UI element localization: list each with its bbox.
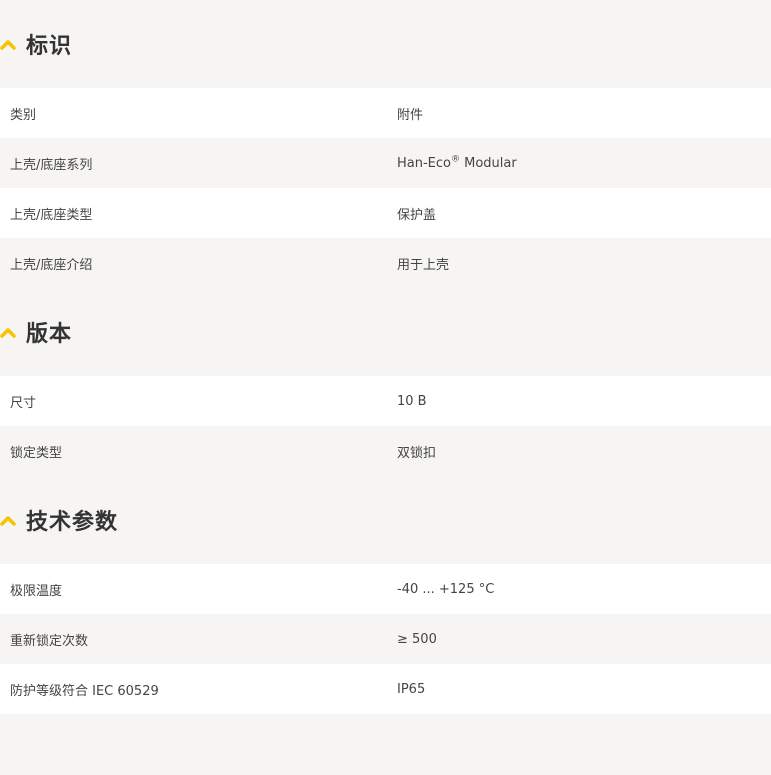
row-value: Han-Eco® Modular	[387, 154, 771, 171]
table-row: 尺寸 10 B	[0, 376, 771, 426]
row-value: 保护盖	[397, 207, 437, 223]
section-header-version[interactable]: 版本	[0, 288, 771, 376]
row-value: ≥ 500	[397, 631, 437, 647]
section-identification: 标识 类别 附件 上壳/底座系列 Han-Eco® Modular 上壳/底座类…	[0, 0, 771, 288]
table-row: 上壳/底座介绍 用于上壳	[0, 238, 771, 288]
row-label: 类别	[10, 107, 37, 123]
row-value: 10 B	[397, 393, 427, 409]
section-title: 标识	[26, 34, 73, 59]
row-value: 双锁扣	[397, 445, 437, 461]
row-label: 极限温度	[10, 583, 63, 599]
row-label: 上壳/底座系列	[10, 157, 93, 173]
section-technical-data: 技术参数 极限温度 -40 ... +125 °C 重新锁定次数 ≥ 500 防…	[0, 476, 771, 714]
row-label: 上壳/底座介绍	[10, 257, 93, 273]
section-title: 技术参数	[26, 510, 119, 535]
section-header-technical-data[interactable]: 技术参数	[0, 476, 771, 564]
row-label: 尺寸	[10, 395, 37, 411]
table-row: 重新锁定次数 ≥ 500	[0, 614, 771, 664]
row-value: IP65	[397, 681, 426, 697]
section-title: 版本	[26, 322, 73, 347]
chevron-up-icon	[0, 328, 16, 338]
row-value-main: Han-Eco	[397, 155, 451, 171]
registered-mark: ®	[451, 154, 460, 165]
table-row: 锁定类型 双锁扣	[0, 426, 771, 476]
row-label: 防护等级符合 IEC 60529	[10, 683, 159, 699]
row-label: 上壳/底座类型	[10, 207, 93, 223]
row-value: -40 ... +125 °C	[397, 581, 495, 597]
row-label: 重新锁定次数	[10, 633, 89, 649]
row-label: 锁定类型	[10, 445, 63, 461]
chevron-up-icon	[0, 40, 16, 50]
table-row: 类别 附件	[0, 88, 771, 138]
table-row: 上壳/底座系列 Han-Eco® Modular	[0, 138, 771, 188]
row-value: 用于上壳	[397, 257, 450, 273]
section-version: 版本 尺寸 10 B 锁定类型 双锁扣	[0, 288, 771, 476]
row-value: 附件	[397, 107, 424, 123]
row-value-suffix: Modular	[460, 155, 517, 171]
section-header-identification[interactable]: 标识	[0, 0, 771, 88]
table-row: 极限温度 -40 ... +125 °C	[0, 564, 771, 614]
table-row: 防护等级符合 IEC 60529 IP65	[0, 664, 771, 714]
chevron-up-icon	[0, 516, 16, 526]
table-row: 上壳/底座类型 保护盖	[0, 188, 771, 238]
